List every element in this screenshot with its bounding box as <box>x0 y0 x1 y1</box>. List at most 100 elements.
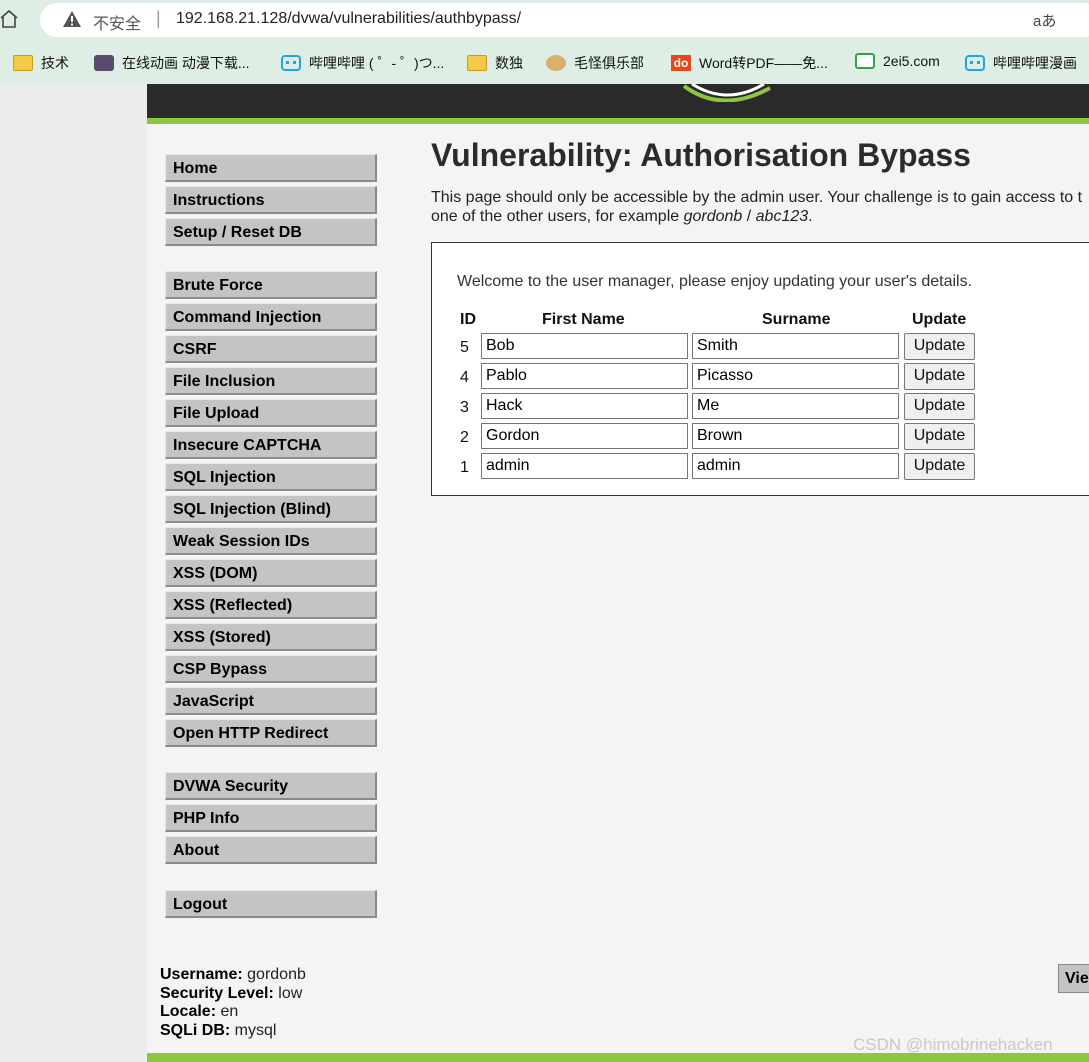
dvwa-page: Home Instructions Setup / Reset DB Brute… <box>147 84 1089 1062</box>
club-icon <box>546 55 566 71</box>
header-surname: Surname <box>762 311 831 328</box>
security-level-label: Security Level: <box>160 984 274 1002</box>
security-level-line: Security Level: low <box>160 985 306 1004</box>
folder-icon <box>467 55 487 71</box>
insecure-label[interactable]: 不安全 <box>93 10 141 34</box>
surname-input[interactable] <box>692 333 899 359</box>
menu-command-injection[interactable]: Command Injection <box>165 303 377 331</box>
menu-sql-injection[interactable]: SQL Injection <box>165 463 377 491</box>
bookmark-item[interactable]: 2ei5.com <box>855 53 940 69</box>
header-first-name: First Name <box>542 311 625 328</box>
update-button[interactable]: Update <box>904 453 975 480</box>
watermark: CSDN @himobrinehacken <box>853 1035 1053 1054</box>
menu-open-http-redirect[interactable]: Open HTTP Redirect <box>165 719 377 747</box>
view-source-button[interactable]: Vie <box>1058 964 1089 993</box>
menu-csp-bypass[interactable]: CSP Bypass <box>165 655 377 683</box>
user-info: Username: gordonb Security Level: low Lo… <box>160 966 306 1040</box>
first-name-input[interactable] <box>481 393 688 419</box>
bookmark-item[interactable]: 哔哩哔哩 ( ゜- ゜)つ... <box>281 53 444 73</box>
menu-csrf[interactable]: CSRF <box>165 335 377 363</box>
header-divider <box>147 118 1089 124</box>
bookmark-label: 数独 <box>495 55 523 71</box>
sqli-db-value: mysql <box>234 1021 277 1039</box>
update-button[interactable]: Update <box>904 393 975 420</box>
bookmark-label: 哔哩哔哩漫画 <box>993 55 1077 71</box>
row-id: 4 <box>460 369 469 386</box>
bookmark-label: 哔哩哔哩 ( ゜- ゜)つ... <box>309 55 445 71</box>
row-id: 5 <box>460 339 469 356</box>
intro-line: one of the other users, for example gord… <box>431 207 1089 226</box>
bookmark-label: 在线动画 动漫下载... <box>122 55 250 71</box>
menu-dvwa-security[interactable]: DVWA Security <box>165 772 377 800</box>
example-username: gordonb <box>683 208 743 225</box>
sqli-db-line: SQLi DB: mysql <box>160 1022 306 1041</box>
surname-input[interactable] <box>692 453 899 479</box>
menu-logout[interactable]: Logout <box>165 890 377 918</box>
update-button[interactable]: Update <box>904 423 975 450</box>
intro-text-part: / <box>742 208 756 225</box>
bookmark-item[interactable]: 在线动画 动漫下载... <box>94 53 250 73</box>
locale-label: Locale: <box>160 1003 217 1020</box>
update-button[interactable]: Update <box>904 363 975 390</box>
surname-input[interactable] <box>692 393 899 419</box>
locale-value: en <box>220 1003 239 1020</box>
bookmark-label: 2ei5.com <box>883 53 940 69</box>
browser-address-bar: 不安全 | 192.168.21.128/dvwa/vulnerabilitie… <box>0 0 1089 40</box>
read-aloud-icon[interactable]: aあ <box>1033 10 1056 31</box>
menu-home[interactable]: Home <box>165 154 377 182</box>
header-id: ID <box>460 311 476 328</box>
username-label: Username: <box>160 966 243 983</box>
bookmark-item[interactable]: 技术 <box>13 53 69 73</box>
folder-icon <box>13 55 33 71</box>
intro-text-part: . <box>808 208 813 225</box>
avatar-icon <box>94 55 114 71</box>
first-name-input[interactable] <box>481 423 688 449</box>
menu-weak-session-ids[interactable]: Weak Session IDs <box>165 527 377 555</box>
page-header <box>147 84 1089 118</box>
sqli-db-label: SQLi DB: <box>160 1021 231 1039</box>
dvwa-logo <box>682 84 771 102</box>
example-password: abc123 <box>755 208 809 225</box>
url-separator: | <box>156 8 161 28</box>
menu-xss-reflected[interactable]: XSS (Reflected) <box>165 591 377 619</box>
welcome-message: Welcome to the user manager, please enjo… <box>457 273 973 290</box>
menu-file-upload[interactable]: File Upload <box>165 399 377 427</box>
bookmark-label: 毛怪俱乐部 <box>574 55 644 71</box>
surname-input[interactable] <box>692 423 899 449</box>
first-name-input[interactable] <box>481 333 688 359</box>
menu-instructions[interactable]: Instructions <box>165 186 377 214</box>
row-id: 2 <box>460 429 469 446</box>
do-icon: do <box>671 55 691 71</box>
leaf-icon <box>855 53 875 69</box>
menu-javascript[interactable]: JavaScript <box>165 687 377 715</box>
menu-sql-injection-blind[interactable]: SQL Injection (Blind) <box>165 495 377 523</box>
menu-about[interactable]: About <box>165 836 377 864</box>
update-button[interactable]: Update <box>904 333 975 360</box>
menu-xss-stored[interactable]: XSS (Stored) <box>165 623 377 651</box>
url-field[interactable]: 不安全 | 192.168.21.128/dvwa/vulnerabilitie… <box>40 3 1089 37</box>
menu-brute-force[interactable]: Brute Force <box>165 271 377 299</box>
bookmark-item[interactable]: 毛怪俱乐部 <box>546 53 644 73</box>
menu-xss-dom[interactable]: XSS (DOM) <box>165 559 377 587</box>
first-name-input[interactable] <box>481 363 688 389</box>
intro-text: This page should only be accessible by t… <box>431 188 1089 226</box>
bookmark-label: Word转PDF——免... <box>699 55 828 71</box>
menu-insecure-captcha[interactable]: Insecure CAPTCHA <box>165 431 377 459</box>
warning-icon[interactable] <box>62 10 82 28</box>
bookmark-item[interactable]: 哔哩哔哩漫画 <box>965 53 1077 73</box>
bookmark-item[interactable]: 数独 <box>467 53 523 73</box>
bookmark-label: 技术 <box>41 55 69 71</box>
username-line: Username: gordonb <box>160 966 306 985</box>
first-name-input[interactable] <box>481 453 688 479</box>
bilibili-icon <box>281 55 301 71</box>
home-icon[interactable] <box>0 8 18 30</box>
menu-file-inclusion[interactable]: File Inclusion <box>165 367 377 395</box>
menu-php-info[interactable]: PHP Info <box>165 804 377 832</box>
url-text[interactable]: 192.168.21.128/dvwa/vulnerabilities/auth… <box>176 10 521 28</box>
surname-input[interactable] <box>692 363 899 389</box>
bookmark-item[interactable]: do Word转PDF——免... <box>671 53 828 73</box>
menu-setup-reset-db[interactable]: Setup / Reset DB <box>165 218 377 246</box>
intro-text-part: one of the other users, for example <box>431 208 684 225</box>
security-level-value: low <box>278 984 303 1002</box>
bilibili-icon <box>965 55 985 71</box>
